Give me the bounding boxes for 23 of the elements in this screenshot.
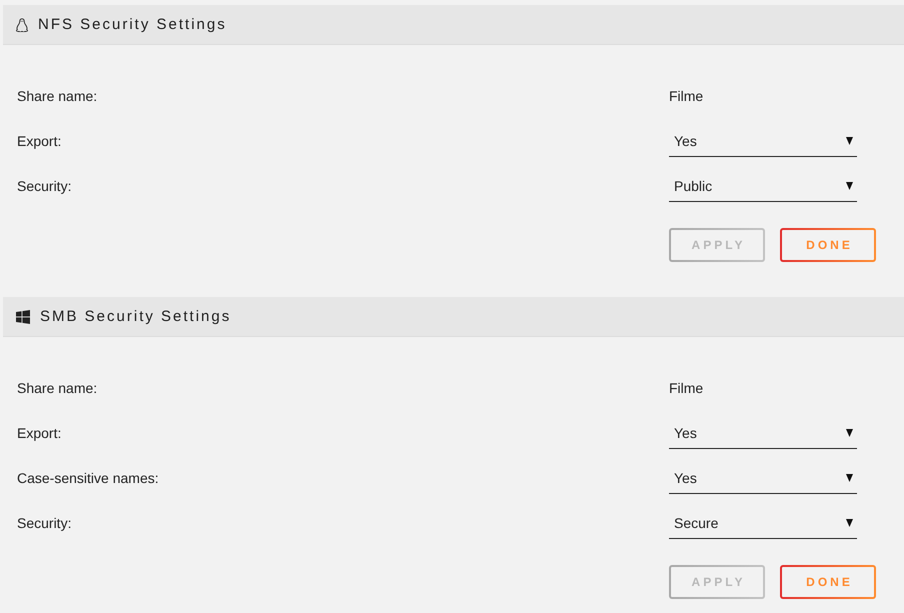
section-title: SMB Security Settings xyxy=(40,308,232,325)
caret-icon xyxy=(846,182,853,190)
field-label: Export: xyxy=(17,424,62,440)
field-label: Export: xyxy=(17,132,62,148)
field-label: Case-sensitive names: xyxy=(17,470,160,486)
field-label: Share name: xyxy=(17,88,98,104)
dropdown-field[interactable]: Public xyxy=(669,169,857,202)
field-value: Filme xyxy=(669,88,704,104)
field-label: Security: xyxy=(17,178,72,194)
caret-icon xyxy=(846,137,853,145)
field-label: Share name: xyxy=(17,380,98,396)
caret-icon xyxy=(846,429,853,437)
dropdown-field[interactable]: Yes xyxy=(669,416,857,449)
dropdown-field[interactable]: Yes xyxy=(669,124,857,157)
field-value: Filme xyxy=(669,380,704,396)
caret-icon xyxy=(846,519,853,527)
penguin-icon xyxy=(16,18,28,32)
caret-icon xyxy=(846,474,853,482)
dropdown-field[interactable]: Secure xyxy=(669,506,857,539)
four-panes-icon xyxy=(16,310,30,324)
field-label: Security: xyxy=(17,514,72,530)
section-title: NFS Security Settings xyxy=(38,16,227,33)
dropdown-field[interactable]: Yes xyxy=(669,461,857,494)
